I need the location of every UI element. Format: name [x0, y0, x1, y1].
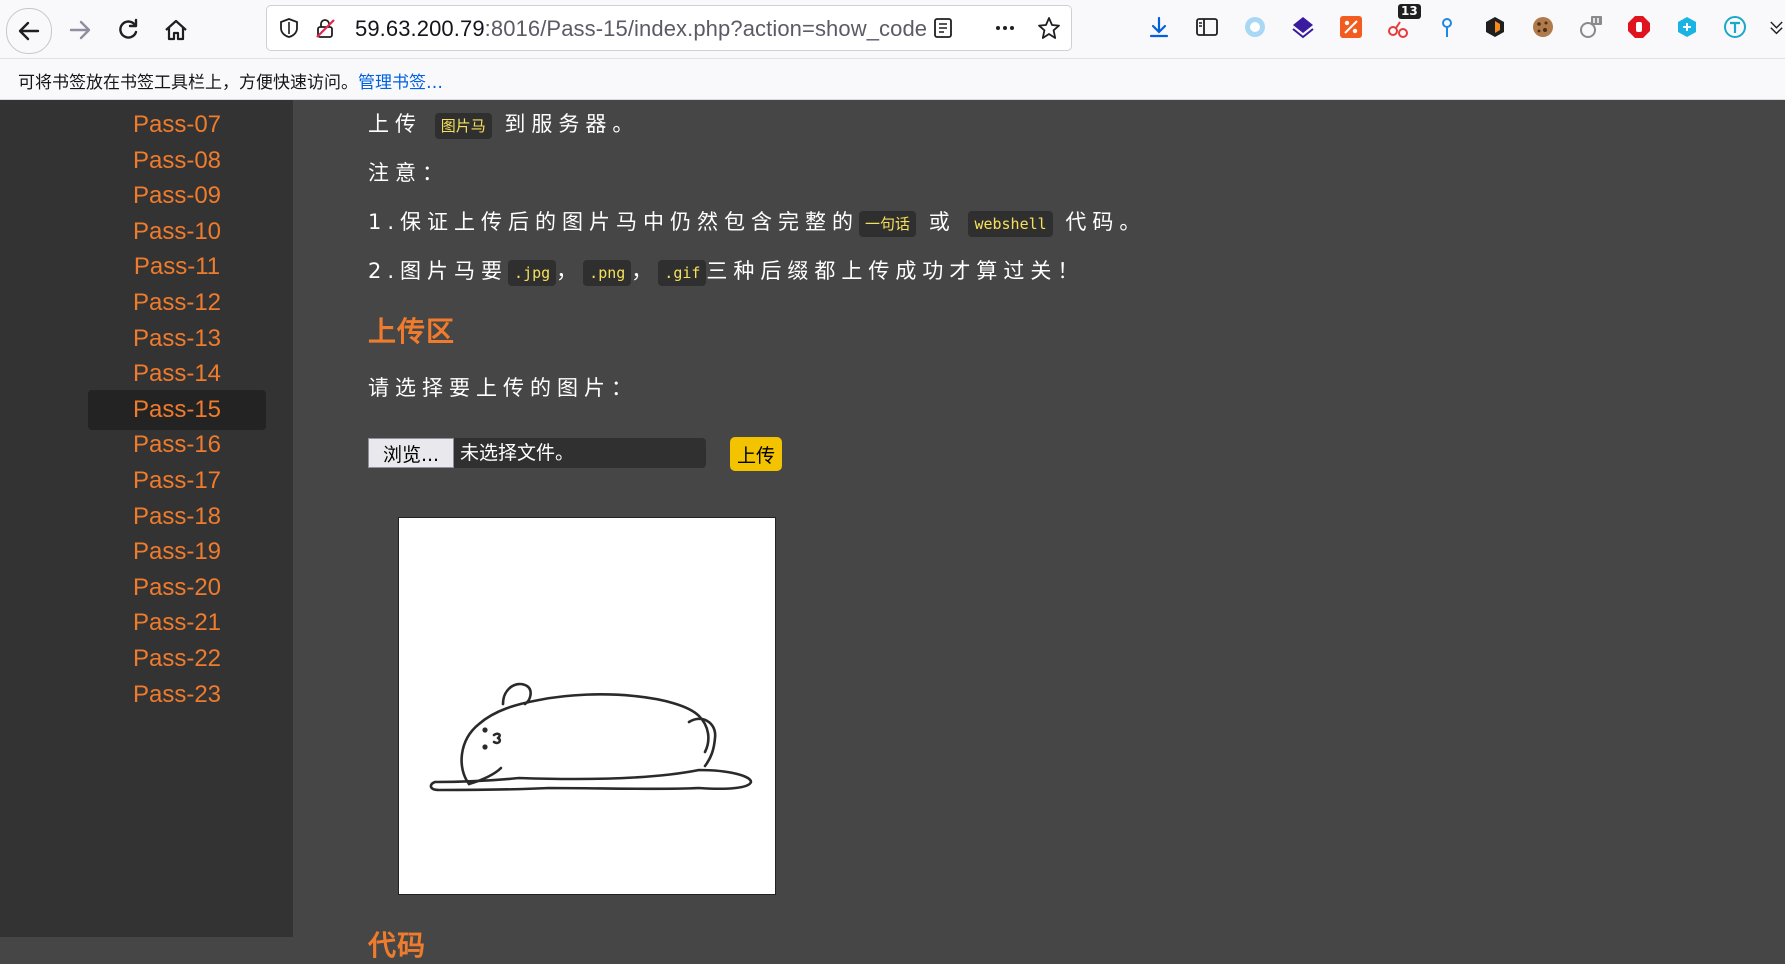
code-section-heading: 代码	[368, 929, 427, 962]
download-icon[interactable]	[1146, 14, 1172, 40]
level-sidebar: Pass-07 Pass-08 Pass-09 Pass-10 Pass-11 Pass-…	[0, 100, 293, 937]
manage-bookmarks-link[interactable]: 管理书签…	[358, 73, 443, 93]
overflow-menu-icon[interactable]	[1768, 14, 1785, 40]
code-png: .png	[583, 260, 632, 286]
layers-extension-icon[interactable]	[1290, 14, 1316, 40]
file-input[interactable]: 浏览... 未选择文件。	[368, 438, 706, 468]
forward-button[interactable]	[58, 8, 102, 52]
back-button[interactable]	[6, 8, 52, 54]
note-2-post: 三种后缀都上传成功才算过关！	[706, 259, 1085, 283]
sidebar-item-pass-20[interactable]: Pass-20	[88, 568, 266, 608]
hexagon-extension-icon[interactable]	[1482, 14, 1508, 40]
sidebar-toggle-icon[interactable]	[1194, 14, 1220, 40]
bookmarks-hint: 可将书签放在书签工具栏上，方便快速访问。管理书签…	[18, 68, 443, 93]
sidebar-item-pass-07[interactable]: Pass-07	[88, 105, 266, 145]
sidebar-item-pass-08[interactable]: Pass-08	[88, 141, 266, 181]
sidebar-item-pass-21[interactable]: Pass-21	[88, 603, 266, 643]
cube-extension-icon[interactable]	[1674, 14, 1700, 40]
note-2-pre: 2.图片马要	[368, 259, 509, 283]
select-prompt: 请选择要上传的图片：	[368, 376, 638, 400]
reload-button[interactable]	[106, 8, 150, 52]
note-2-sep-2: ，	[631, 259, 659, 283]
task-text-pre: 上传	[368, 112, 422, 136]
sidebar-item-pass-09[interactable]: Pass-09	[88, 176, 266, 216]
sidebar-item-pass-16[interactable]: Pass-16	[88, 425, 266, 465]
pin-extension-icon[interactable]	[1434, 14, 1460, 40]
more-actions-icon[interactable]	[993, 16, 1017, 40]
task-text-post: 到服务器。	[504, 112, 640, 136]
note-label: 注意：	[368, 161, 449, 185]
percent-extension-icon[interactable]	[1338, 14, 1364, 40]
reload-icon	[119, 18, 138, 39]
sidebar-item-pass-22[interactable]: Pass-22	[88, 639, 266, 679]
code-one-liner: 一句话	[859, 211, 917, 237]
code-webshell: webshell	[968, 211, 1053, 237]
cookie-extension-icon[interactable]	[1530, 14, 1556, 40]
browser-toolbar: 59.63.200.79:8016/Pass-15/index.php?acti…	[0, 0, 1785, 59]
bookmark-star-icon[interactable]	[1037, 16, 1061, 40]
arrow-left-icon	[18, 21, 40, 41]
sidebar-item-pass-12[interactable]: Pass-12	[88, 283, 266, 323]
note-1-pre: 1.保证上传后的图片马中仍然包含完整的	[368, 210, 860, 234]
sidebar-item-pass-15[interactable]: Pass-15	[88, 389, 266, 430]
bookmarks-hint-text: 可将书签放在书签工具栏上，方便快速访问。	[18, 73, 358, 93]
proxy-extension-icon[interactable]	[1578, 14, 1604, 40]
url-host: 59.63.200.79	[355, 16, 485, 41]
note-1-post: 代码。	[1065, 210, 1147, 234]
sidebar-item-pass-10[interactable]: Pass-10	[88, 212, 266, 252]
arrow-right-icon	[69, 20, 91, 40]
home-icon	[165, 19, 187, 41]
home-button[interactable]	[154, 8, 198, 52]
note-1-mid: 或	[928, 210, 956, 234]
note-1: 1.保证上传后的图片马中仍然包含完整的 一句话 或 webshell 代码。	[368, 206, 1147, 237]
uploaded-image-preview	[398, 517, 776, 895]
reader-view-icon[interactable]	[931, 16, 955, 40]
url-bar[interactable]: 59.63.200.79:8016/Pass-15/index.php?acti…	[266, 5, 1072, 51]
sidebar-item-pass-13[interactable]: Pass-13	[88, 319, 266, 359]
browse-button[interactable]: 浏览...	[368, 438, 454, 468]
sidebar-item-pass-23[interactable]: Pass-23	[88, 675, 266, 715]
code-image-horse: 图片马	[434, 113, 492, 139]
sidebar-item-pass-11[interactable]: Pass-11	[88, 247, 266, 287]
stop-extension-icon[interactable]	[1626, 14, 1652, 40]
upload-button[interactable]: 上传	[730, 437, 782, 471]
note-2-sep-1: ，	[556, 259, 584, 283]
bookmarks-bar: 可将书签放在书签工具栏上，方便快速访问。管理书签…	[0, 59, 1785, 100]
translate-extension-icon[interactable]	[1722, 14, 1748, 40]
graph-extension-icon[interactable]: 13	[1386, 4, 1421, 40]
extension-badge: 13	[1398, 4, 1421, 19]
file-status-text: 未选择文件。	[454, 438, 706, 468]
sidebar-item-pass-18[interactable]: Pass-18	[88, 497, 266, 537]
task-description: 上传 图片马 到服务器。	[368, 108, 640, 139]
url-path: :8016/Pass-15/index.php?action=show_code	[484, 16, 928, 41]
url-text[interactable]: 59.63.200.79:8016/Pass-15/index.php?acti…	[355, 16, 927, 42]
sidebar-item-pass-14[interactable]: Pass-14	[88, 354, 266, 394]
shield-icon[interactable]	[277, 16, 301, 40]
lying-bear-illustration	[429, 682, 753, 792]
note-2: 2.图片马要 .jpg， .png， .gif 三种后缀都上传成功才算过关！	[368, 255, 1085, 286]
upload-section-heading: 上传区	[368, 315, 456, 348]
insecure-lock-icon[interactable]	[313, 16, 337, 40]
code-gif: .gif	[658, 260, 707, 286]
ring-extension-icon[interactable]	[1242, 14, 1268, 40]
main-content: 上传 图片马 到服务器。 注意： 1.保证上传后的图片马中仍然包含完整的 一句话 …	[293, 100, 1785, 962]
sidebar-item-pass-17[interactable]: Pass-17	[88, 461, 266, 501]
code-jpg: .jpg	[508, 260, 557, 286]
sidebar-item-pass-19[interactable]: Pass-19	[88, 532, 266, 572]
